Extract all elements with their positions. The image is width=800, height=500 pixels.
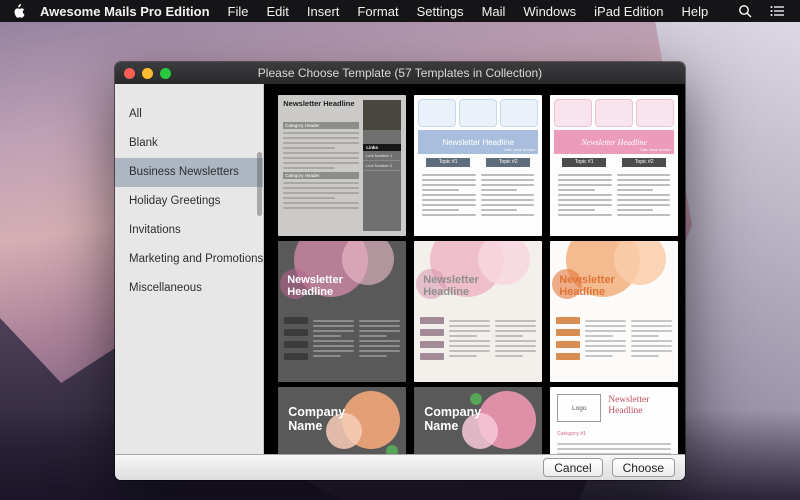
image-placeholders: [418, 99, 538, 127]
traffic-lights: [124, 62, 171, 84]
template-thumbnail-7[interactable]: Company Name: [278, 387, 406, 454]
window-title: Please Choose Template (57 Templates in …: [258, 66, 542, 80]
template-thumbnail-5[interactable]: Newsletter Headline: [414, 241, 542, 382]
category-header-label: Category Header: [283, 172, 359, 179]
template-title: Company Name: [288, 405, 368, 433]
menu-item-format[interactable]: Format: [348, 4, 407, 19]
window-titlebar[interactable]: Please Choose Template (57 Templates in …: [115, 62, 685, 84]
close-button[interactable]: [124, 68, 135, 79]
article-chips: [556, 317, 580, 377]
apple-menu[interactable]: [12, 4, 25, 19]
article-chips: [284, 317, 308, 377]
template-thumbnail-1[interactable]: Newsletter Headline Category Header Cate…: [278, 95, 406, 236]
text-lines: [283, 132, 359, 169]
template-subtitle: Date, Issue Number: [504, 148, 535, 152]
template-title: Newsletter Headline: [442, 138, 514, 147]
template-thumbnail-2[interactable]: Newsletter Headline Date, Issue Number T…: [414, 95, 542, 236]
headline-band: Newsletter Headline Date, Issue Number: [418, 130, 538, 154]
menu-item-mail[interactable]: Mail: [473, 4, 515, 19]
menu-item-insert[interactable]: Insert: [298, 4, 349, 19]
sidebar-item-business-newsletters[interactable]: Business Newsletters: [115, 158, 263, 187]
spotlight-search-button[interactable]: [729, 4, 761, 18]
sidebar-item-all[interactable]: All: [115, 100, 263, 129]
topic-buttons: Topic #1 Topic #2: [418, 154, 538, 169]
template-title: Company Name: [424, 405, 504, 433]
template-body: Category Header Category Header: [283, 119, 359, 231]
template-thumbnail-3[interactable]: Newsletter Headline Date, Issue Number T…: [550, 95, 678, 236]
image-placeholders: [554, 99, 674, 127]
template-subtitle: Date, Issue Number: [640, 148, 671, 152]
template-grid: Newsletter Headline Category Header Cate…: [264, 84, 685, 454]
sidebar-item-invitations[interactable]: Invitations: [115, 216, 263, 245]
text-lines: [557, 440, 671, 454]
template-title: Newsletter Headline: [423, 275, 515, 299]
category-sidebar: All Blank Business Newsletters Holiday G…: [115, 84, 264, 454]
template-title: Newsletter Headline: [283, 100, 357, 108]
template-thumbnail-8[interactable]: Company Name: [414, 387, 542, 454]
search-icon: [738, 4, 752, 18]
sidebar-item-blank[interactable]: Blank: [115, 129, 263, 158]
menu-item-help[interactable]: Help: [673, 4, 718, 19]
menu-item-windows[interactable]: Windows: [514, 4, 585, 19]
topic-2-label: Topic #2: [622, 158, 666, 167]
category-header-label: Category Header: [283, 122, 359, 129]
notification-center-button[interactable]: [761, 5, 794, 17]
template-body: [284, 317, 400, 377]
decor-circle: [470, 393, 482, 405]
template-title: Newsletter Headline: [287, 275, 379, 299]
sidebar-scrollbar[interactable]: [257, 152, 262, 216]
logo-placeholder: Logo: [557, 394, 601, 422]
dialog-footer: Cancel Choose: [115, 454, 685, 480]
template-thumbnail-9[interactable]: Logo Newsletter Headline Category #1: [550, 387, 678, 454]
window-body: All Blank Business Newsletters Holiday G…: [115, 84, 685, 454]
headline-band: Newsletter Headline Date, Issue Number: [554, 130, 674, 154]
template-body: [556, 317, 672, 377]
template-title: Newsletter Headline: [608, 395, 673, 416]
template-side-column: Links Link Number 1 Link Number 2: [363, 100, 401, 231]
menu-bar: Awesome Mails Pro Edition File Edit Inse…: [0, 0, 800, 22]
photo-placeholder: [363, 100, 401, 130]
template-title: Newsletter Headline: [559, 275, 651, 299]
menu-item-settings[interactable]: Settings: [408, 4, 473, 19]
topic-buttons: Topic #1 Topic #2: [554, 154, 674, 169]
links-label: Links: [363, 144, 401, 151]
topic-2-label: Topic #2: [486, 158, 530, 167]
topic-1-label: Topic #1: [426, 158, 470, 167]
sidebar-item-marketing-and-promotions[interactable]: Marketing and Promotions: [115, 245, 263, 274]
sidebar-item-miscellaneous[interactable]: Miscellaneous: [115, 274, 263, 303]
choose-button[interactable]: Choose: [612, 458, 675, 477]
list-icon: [770, 5, 785, 17]
link-item: Link Number 1: [363, 151, 401, 161]
template-chooser-window: Please Choose Template (57 Templates in …: [115, 62, 685, 480]
apple-icon: [12, 4, 25, 19]
decor-circle: [386, 445, 398, 454]
template-thumbnail-4[interactable]: Newsletter Headline: [278, 241, 406, 382]
cancel-button[interactable]: Cancel: [543, 458, 602, 477]
article-chips: [420, 317, 444, 377]
topic-1-label: Topic #1: [562, 158, 606, 167]
link-item: Link Number 2: [363, 161, 401, 171]
text-lines: [283, 182, 359, 209]
template-body: [420, 317, 536, 377]
menu-item-file[interactable]: File: [219, 4, 258, 19]
text-columns: [554, 169, 674, 232]
text-columns: [418, 169, 538, 232]
minimize-button[interactable]: [142, 68, 153, 79]
sidebar-item-holiday-greetings[interactable]: Holiday Greetings: [115, 187, 263, 216]
template-thumbnail-6[interactable]: Newsletter Headline: [550, 241, 678, 382]
menu-item-ipad-edition[interactable]: iPad Edition: [585, 4, 672, 19]
menu-item-edit[interactable]: Edit: [257, 4, 297, 19]
template-title: Newsletter Headline: [581, 138, 647, 147]
app-menu-title[interactable]: Awesome Mails Pro Edition: [31, 4, 219, 19]
category-label: Category #1: [557, 431, 586, 437]
zoom-button[interactable]: [160, 68, 171, 79]
